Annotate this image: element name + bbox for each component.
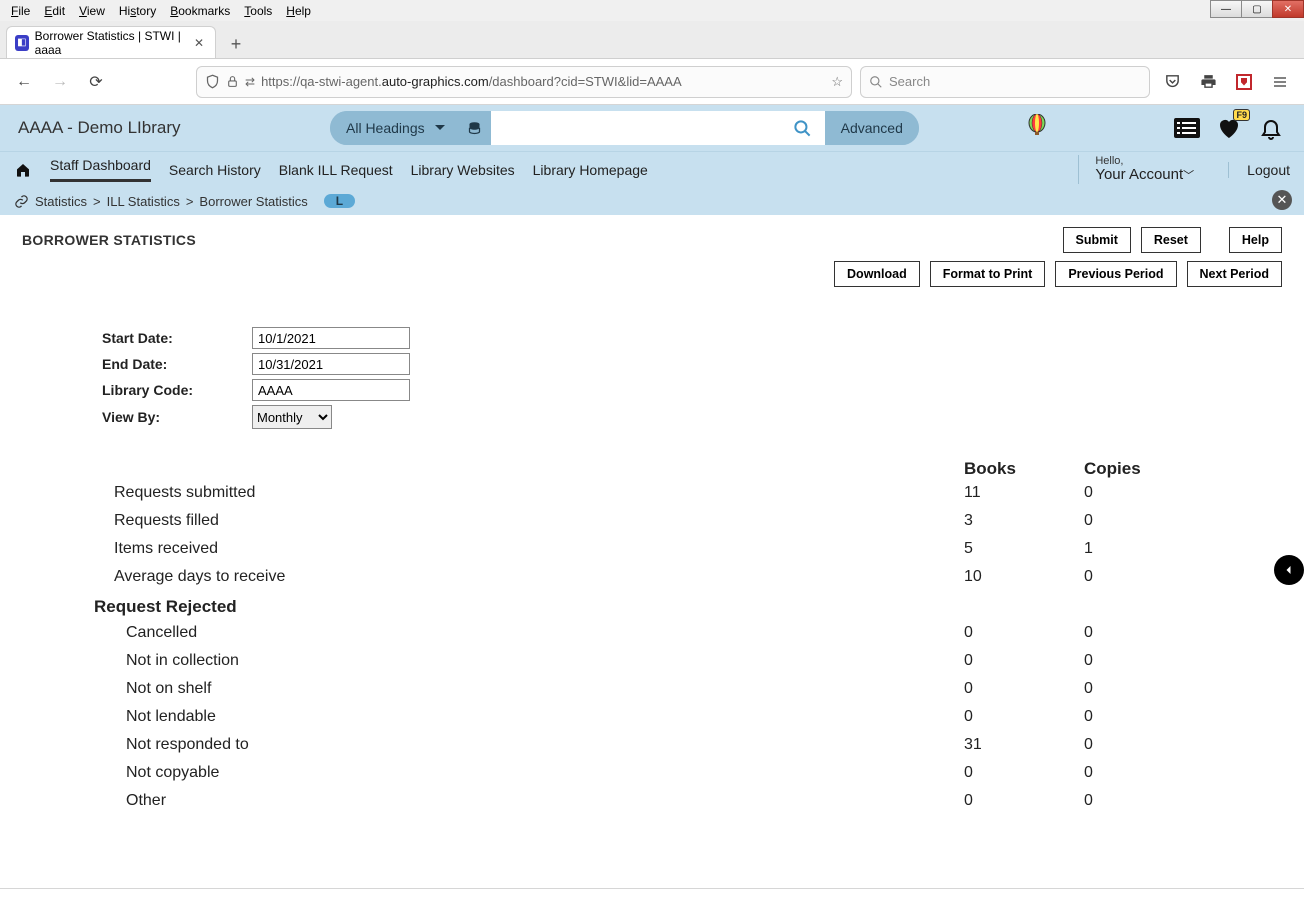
menu-help[interactable]: Help (279, 2, 318, 20)
crumb-pill: L (324, 194, 355, 208)
submit-button[interactable]: Submit (1063, 227, 1131, 253)
table-row: Not lendable00 (94, 703, 1204, 731)
menu-edit[interactable]: Edit (37, 2, 72, 20)
nav-library-websites[interactable]: Library Websites (411, 162, 515, 178)
main-nav: Staff Dashboard Search History Blank ILL… (0, 151, 1304, 187)
table-row: Not on shelf00 (94, 675, 1204, 703)
logout-link[interactable]: Logout (1228, 162, 1290, 178)
reset-button[interactable]: Reset (1141, 227, 1201, 253)
table-row: Requests submitted110 (94, 479, 1204, 507)
col-books: Books (964, 459, 1084, 479)
database-icon[interactable] (459, 120, 491, 137)
bookmark-star-icon[interactable]: ☆ (831, 74, 843, 90)
start-date-label: Start Date: (102, 330, 252, 346)
nav-library-homepage[interactable]: Library Homepage (533, 162, 648, 178)
menu-history[interactable]: History (112, 2, 163, 20)
col-copies: Copies (1084, 459, 1204, 479)
window-maximize-button[interactable]: ▢ (1241, 0, 1273, 18)
site-search-button[interactable] (781, 111, 825, 145)
tab-close-icon[interactable]: ✕ (191, 36, 207, 50)
crumb-borrower-statistics[interactable]: Borrower Statistics (199, 194, 307, 209)
format-to-print-button[interactable]: Format to Print (930, 261, 1046, 287)
url-bar[interactable]: ⇄ https://qa-stwi-agent.auto-graphics.co… (196, 66, 852, 98)
filter-form: Start Date: End Date: Library Code: View… (102, 327, 1282, 429)
list-icon[interactable] (1172, 113, 1202, 143)
view-by-select[interactable]: Monthly (252, 405, 332, 429)
lock-icon (226, 75, 239, 88)
table-row: Items received51 (94, 535, 1204, 563)
site-search-cluster: All Headings Advanced (330, 111, 919, 145)
library-code-label: Library Code: (102, 382, 252, 398)
shield-icon (205, 74, 220, 89)
nav-blank-ill-request[interactable]: Blank ILL Request (279, 162, 393, 178)
nav-search-history[interactable]: Search History (169, 162, 261, 178)
table-row: Other00 (94, 787, 1204, 815)
browser-tabstrip: ◧ Borrower Statistics | STWI | aaaa ✕ + (0, 21, 1304, 59)
menu-file[interactable]: File (4, 2, 37, 20)
table-row: Not copyable00 (94, 759, 1204, 787)
section-request-rejected: Request Rejected (94, 591, 1204, 619)
advanced-search-button[interactable]: Advanced (825, 111, 919, 145)
close-panel-icon[interactable]: ✕ (1272, 190, 1292, 210)
browser-search-bar[interactable]: Search (860, 66, 1150, 98)
reload-button[interactable]: ⟳ (82, 68, 110, 96)
menu-tools[interactable]: Tools (237, 2, 279, 20)
site-search-input[interactable] (491, 111, 781, 145)
stats-table: Books Copies Requests submitted110 Reque… (94, 459, 1204, 815)
permissions-icon: ⇄ (245, 75, 255, 89)
help-button[interactable]: Help (1229, 227, 1282, 253)
start-date-input[interactable] (252, 327, 410, 349)
back-button[interactable]: ← (10, 68, 38, 96)
library-code-input[interactable] (252, 379, 410, 401)
next-period-button[interactable]: Next Period (1187, 261, 1282, 287)
search-placeholder: Search (889, 74, 930, 89)
app-menu-icon[interactable] (1266, 68, 1294, 96)
forward-button[interactable]: → (46, 68, 74, 96)
chain-icon (14, 194, 29, 209)
end-date-input[interactable] (252, 353, 410, 375)
crumb-statistics[interactable]: Statistics (35, 194, 87, 209)
window-minimize-button[interactable]: — (1210, 0, 1242, 18)
print-icon[interactable] (1194, 68, 1222, 96)
browser-toolbar: ← → ⟳ ⇄ https://qa-stwi-agent.auto-graph… (0, 59, 1304, 105)
breadcrumb: Statistics > ILL Statistics > Borrower S… (0, 187, 1304, 215)
previous-period-button[interactable]: Previous Period (1055, 261, 1176, 287)
browser-menubar: File Edit View History Bookmarks Tools H… (0, 0, 1304, 21)
pocket-icon[interactable] (1158, 68, 1186, 96)
table-row: Not in collection00 (94, 647, 1204, 675)
browser-tab[interactable]: ◧ Borrower Statistics | STWI | aaaa ✕ (6, 26, 216, 58)
menu-view[interactable]: View (72, 2, 112, 20)
bell-icon[interactable] (1256, 113, 1286, 143)
menu-bookmarks[interactable]: Bookmarks (163, 2, 237, 20)
site-title: AAAA - Demo LIbrary (18, 118, 318, 138)
url-text: https://qa-stwi-agent.auto-graphics.com/… (261, 74, 825, 89)
table-row: Requests filled30 (94, 507, 1204, 535)
favicon-icon: ◧ (15, 35, 29, 51)
side-panel-toggle[interactable] (1274, 555, 1304, 585)
page-title: BORROWER STATISTICS (22, 232, 196, 248)
download-button[interactable]: Download (834, 261, 920, 287)
new-tab-button[interactable]: + (222, 30, 250, 58)
table-row: Not responded to310 (94, 731, 1204, 759)
footer-divider (0, 888, 1304, 898)
page-content: BORROWER STATISTICS Submit Reset Help Do… (0, 215, 1304, 895)
nav-staff-dashboard[interactable]: Staff Dashboard (50, 157, 151, 182)
crumb-ill-statistics[interactable]: ILL Statistics (107, 194, 180, 209)
favorites-heart-icon[interactable]: F9 (1214, 113, 1244, 143)
window-close-button[interactable]: ✕ (1272, 0, 1304, 18)
search-icon (869, 75, 883, 89)
account-menu[interactable]: Hello, Your Account﹀ (1078, 155, 1210, 184)
table-row: Average days to receive100 (94, 563, 1204, 591)
tab-title: Borrower Statistics | STWI | aaaa (35, 29, 185, 57)
favorites-badge: F9 (1233, 109, 1250, 121)
end-date-label: End Date: (102, 356, 252, 372)
mcafee-icon[interactable] (1230, 68, 1258, 96)
view-by-label: View By: (102, 409, 252, 425)
search-scope-dropdown[interactable]: All Headings (330, 111, 459, 145)
home-icon[interactable] (14, 162, 32, 178)
balloon-icon[interactable] (1026, 114, 1048, 142)
chevron-down-icon: ﹀ (1183, 170, 1194, 182)
site-header: AAAA - Demo LIbrary All Headings Advance… (0, 105, 1304, 151)
table-row: Cancelled00 (94, 619, 1204, 647)
